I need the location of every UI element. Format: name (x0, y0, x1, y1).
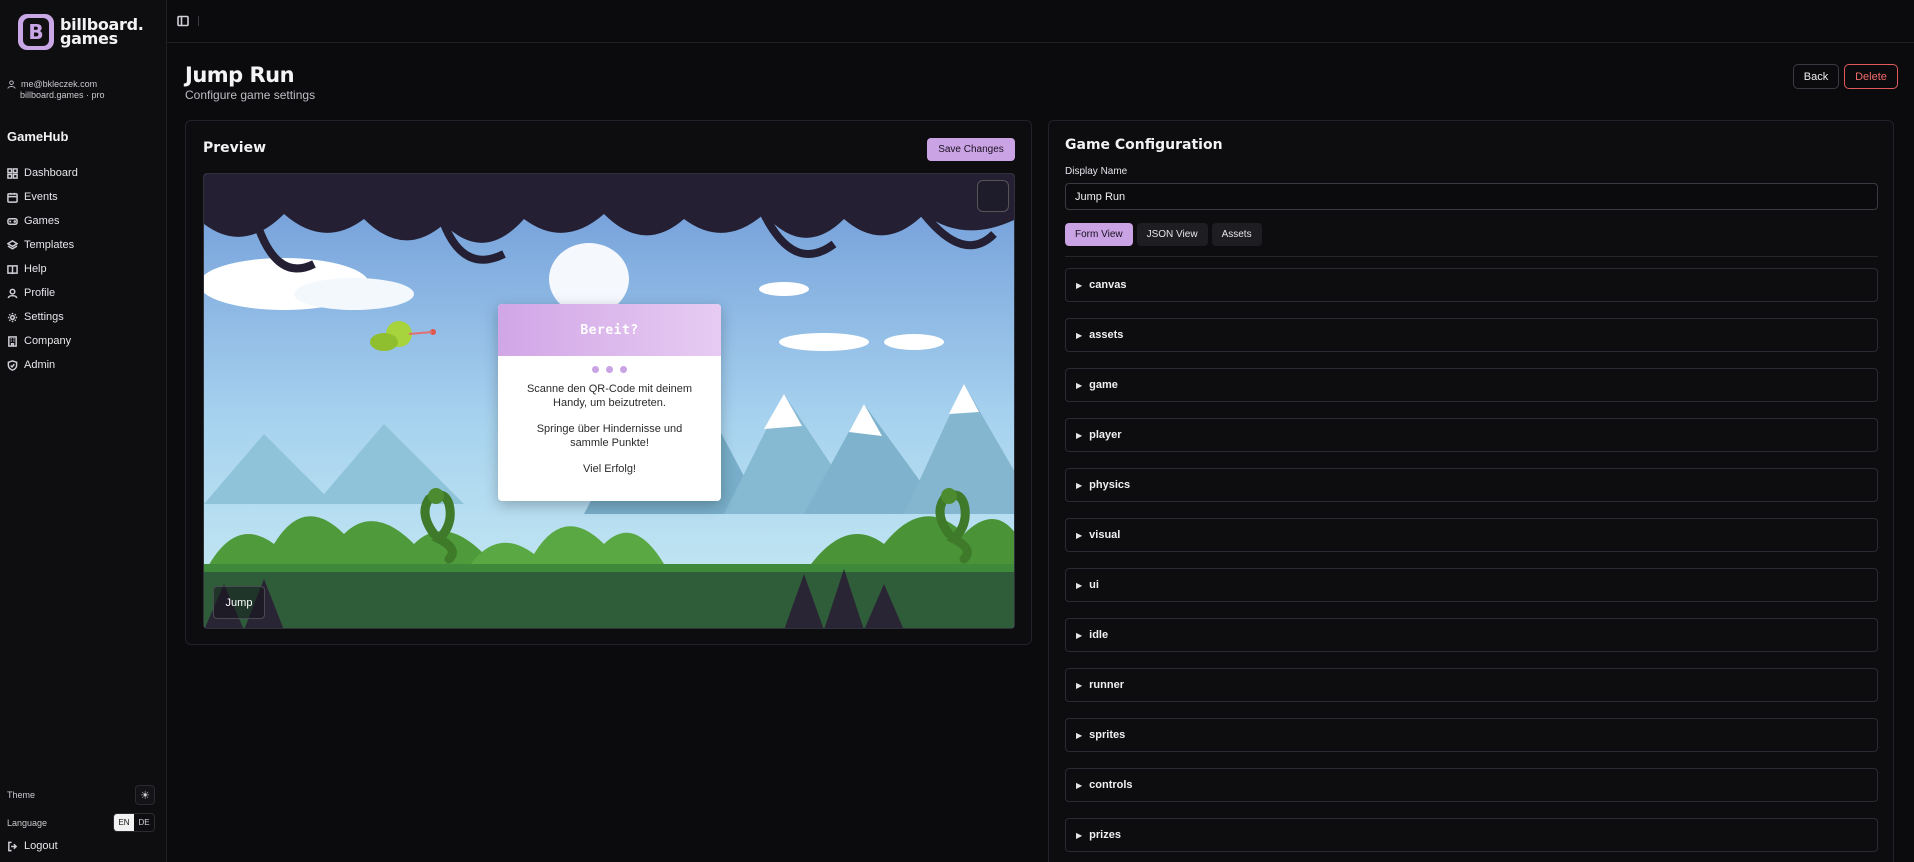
logout-button[interactable]: Logout (7, 840, 58, 852)
book-icon (7, 264, 18, 274)
dialog-line-2: Springe über Hindernisse und sammle Punk… (536, 423, 683, 449)
expand-triangle-icon: ▶ (1076, 430, 1083, 440)
section-ui[interactable]: ▶ ui (1065, 568, 1878, 602)
save-changes-button[interactable]: Save Changes (927, 138, 1015, 161)
shield-icon (7, 359, 18, 371)
app-root: B billboard. games me@bkleczek.com billb… (0, 0, 1914, 862)
calendar-icon (7, 192, 18, 203)
expand-triangle-icon: ▶ (1076, 580, 1083, 590)
back-button[interactable]: Back (1793, 64, 1839, 89)
lang-en-button[interactable]: EN (114, 814, 134, 831)
sidebar-item-dashboard[interactable]: Dashboard (7, 161, 78, 185)
sidebar-item-admin[interactable]: Admin (7, 353, 78, 377)
section-canvas[interactable]: ▶ canvas (1065, 268, 1878, 302)
grid-icon (7, 167, 18, 179)
dialog-line-3: Viel Erfolg! (583, 463, 636, 475)
tab-json-view[interactable]: JSON View (1136, 223, 1208, 246)
section-visual[interactable]: ▶ visual (1065, 518, 1878, 552)
building-icon (8, 335, 17, 347)
user-icon (7, 80, 16, 89)
config-sections: ▶ canvas ▶ assets ▶ game ▶ player ▶ physics ▶… (1065, 268, 1878, 862)
lang-de-button[interactable]: DE (134, 814, 154, 831)
topbar-separator (198, 16, 199, 26)
sidebar-item-templates[interactable]: Templates (7, 233, 78, 257)
theme-label: Theme (7, 790, 36, 800)
user-email: me@bkleczek.com (21, 79, 98, 89)
preview-title: Preview (203, 140, 267, 156)
game-preview-canvas[interactable]: Bereit? Scanne den QR-Code mit deinem Ha… (203, 173, 1015, 629)
sidebar-toggle-icon[interactable] (177, 15, 189, 27)
language-row: Language EN DE (7, 813, 155, 832)
page-subtitle: Configure game settings (185, 88, 316, 102)
expand-triangle-icon: ▶ (1076, 530, 1083, 540)
brand-name: billboard. games (60, 15, 144, 48)
main-content: Jump Run Configure game settings Back De… (167, 0, 1914, 862)
section-idle[interactable]: ▶ idle (1065, 618, 1878, 652)
sun-icon: ☀ (140, 789, 150, 802)
loading-dots (498, 366, 721, 373)
config-card: Game Configuration Display Name Jump Run… (1048, 120, 1894, 862)
tab-assets[interactable]: Assets (1211, 223, 1262, 246)
expand-triangle-icon: ▶ (1076, 780, 1083, 790)
fullscreen-button[interactable] (977, 180, 1009, 212)
section-controls[interactable]: ▶ controls (1065, 768, 1878, 802)
tab-form-view[interactable]: Form View (1065, 223, 1133, 246)
expand-triangle-icon: ▶ (1076, 730, 1083, 740)
sidebar-item-help[interactable]: Help (7, 257, 78, 281)
layers-icon (7, 239, 18, 250)
expand-triangle-icon: ▶ (1076, 680, 1083, 690)
gear-icon (7, 312, 18, 322)
logo-icon: B (18, 14, 54, 50)
expand-triangle-icon: ▶ (1076, 630, 1083, 640)
ready-dialog: Bereit? Scanne den QR-Code mit deinem Ha… (498, 304, 721, 501)
sidebar-nav: Dashboard Events Games Templates Help Pr… (7, 161, 78, 377)
user-account: billboard.games · pro (20, 90, 105, 100)
theme-row: Theme ☀ (7, 785, 155, 805)
section-prizes[interactable]: ▶ prizes (1065, 818, 1878, 852)
topbar (167, 0, 1914, 43)
user-info: me@bkleczek.com billboard.games · pro (7, 79, 105, 101)
sidebar-item-profile[interactable]: Profile (7, 281, 78, 305)
section-game[interactable]: ▶ game (1065, 368, 1878, 402)
expand-triangle-icon: ▶ (1076, 380, 1083, 390)
jump-button[interactable]: Jump (213, 586, 265, 619)
delete-button[interactable]: Delete (1844, 64, 1898, 89)
sidebar-item-games[interactable]: Games (7, 209, 78, 233)
logout-icon (8, 841, 18, 851)
expand-triangle-icon: ▶ (1076, 480, 1083, 490)
sidebar-title: GameHub (7, 129, 69, 144)
theme-toggle-button[interactable]: ☀ (135, 785, 155, 805)
section-runner[interactable]: ▶ runner (1065, 668, 1878, 702)
tabs-divider (1065, 256, 1878, 257)
language-label: Language (7, 817, 48, 828)
gamepad-icon (7, 217, 18, 225)
section-sprites[interactable]: ▶ sprites (1065, 718, 1878, 752)
section-physics[interactable]: ▶ physics (1065, 468, 1878, 502)
sidebar: B billboard. games me@bkleczek.com billb… (0, 0, 167, 862)
display-name-input[interactable]: Jump Run (1065, 183, 1878, 210)
dialog-line-1: Scanne den QR-Code mit deinem Handy, um … (526, 383, 693, 409)
user-icon (7, 288, 18, 298)
page-title: Jump Run (185, 63, 295, 87)
language-toggle: EN DE (113, 813, 155, 832)
sidebar-item-settings[interactable]: Settings (7, 305, 78, 329)
expand-triangle-icon: ▶ (1076, 280, 1083, 290)
expand-triangle-icon: ▶ (1076, 330, 1083, 340)
preview-card: Preview Save Changes Bereit? Scanne den … (185, 120, 1032, 645)
dialog-header: Bereit? (498, 304, 721, 356)
brand-logo[interactable]: B billboard. games (18, 14, 144, 50)
section-player[interactable]: ▶ player (1065, 418, 1878, 452)
section-assets[interactable]: ▶ assets (1065, 318, 1878, 352)
display-name-label: Display Name (1065, 166, 1128, 177)
dialog-heading: Bereit? (580, 322, 639, 338)
expand-triangle-icon: ▶ (1076, 830, 1083, 840)
sidebar-item-company[interactable]: Company (7, 329, 78, 353)
config-title: Game Configuration (1065, 137, 1223, 153)
view-tabs: Form View JSON View Assets (1065, 223, 1262, 246)
sidebar-item-events[interactable]: Events (7, 185, 78, 209)
